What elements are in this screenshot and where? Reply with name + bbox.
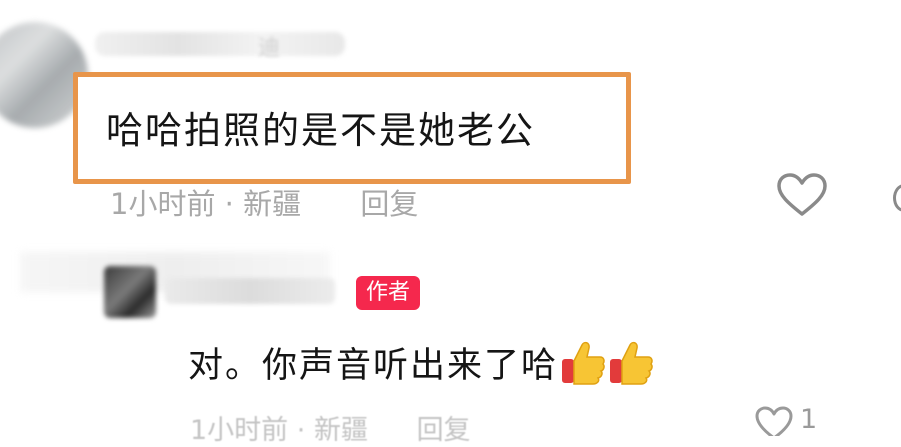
like-heart-icon[interactable] bbox=[776, 172, 828, 218]
commenter-name-fragment: 迪 bbox=[258, 36, 281, 61]
comment-time: 1小时前 bbox=[110, 187, 216, 221]
author-badge: 作者 bbox=[356, 276, 421, 310]
more-options-icon[interactable] bbox=[893, 184, 901, 212]
reply-location: 新疆 bbox=[313, 415, 368, 446]
thumbs-up-icon bbox=[560, 339, 606, 387]
like-count: 1 bbox=[800, 404, 818, 435]
reply-button[interactable]: 回复 bbox=[417, 415, 471, 446]
author-avatar[interactable] bbox=[104, 266, 156, 318]
reply-time: 1小时前 bbox=[190, 415, 289, 446]
comment-location: 新疆 bbox=[243, 187, 302, 221]
like-heart-icon[interactable] bbox=[754, 406, 794, 440]
thumbs-up-icon bbox=[608, 339, 654, 387]
reply-text: 对。你声音听出来了哈 bbox=[188, 346, 559, 386]
reply-meta: 1小时前 · 新疆 回复 bbox=[190, 408, 471, 447]
comment-meta: 1小时前 · 新疆 回复 bbox=[110, 181, 418, 223]
author-name-blurred[interactable] bbox=[165, 278, 335, 304]
meta-separator: · bbox=[224, 187, 234, 221]
commenter-name-blurred[interactable] bbox=[95, 32, 345, 56]
comment-text: 哈哈拍照的是不是她老公 bbox=[106, 109, 535, 152]
meta-separator: · bbox=[296, 415, 306, 446]
reply-comment: 对。你声音听出来了哈 bbox=[188, 337, 654, 388]
reply-button[interactable]: 回复 bbox=[360, 187, 418, 221]
